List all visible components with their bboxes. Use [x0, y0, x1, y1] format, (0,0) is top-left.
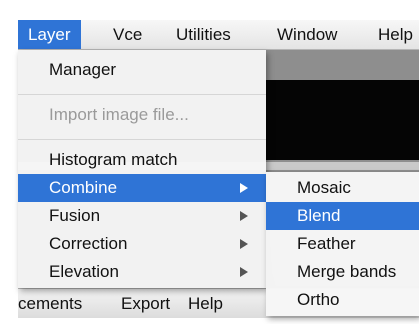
- submenu-item-merge-bands[interactable]: Merge bands: [266, 258, 419, 286]
- menu-vce[interactable]: Vce: [103, 20, 152, 49]
- menu-item-label: Import image file...: [49, 105, 189, 124]
- bg-menu-help[interactable]: Help: [188, 289, 223, 318]
- layer-dropdown-menu: Manager Import image file... Histogram m…: [18, 50, 266, 288]
- bg-menu-export[interactable]: Export: [121, 289, 170, 318]
- submenu-item-label: Mosaic: [297, 178, 351, 197]
- menu-item-label: Histogram match: [49, 150, 178, 169]
- submenu-item-ortho[interactable]: Ortho: [266, 286, 419, 314]
- menu-separator: [18, 94, 266, 95]
- submenu-item-blend[interactable]: Blend: [266, 202, 419, 230]
- menu-separator: [18, 139, 266, 140]
- menu-item-label: Combine: [49, 178, 118, 197]
- menu-item-label: Elevation: [49, 262, 119, 281]
- submenu-item-mosaic[interactable]: Mosaic: [266, 174, 419, 202]
- menu-item-fusion[interactable]: Fusion: [18, 202, 266, 230]
- image-preview-panel: [266, 80, 419, 160]
- submenu-item-feather[interactable]: Feather: [266, 230, 419, 258]
- menu-item-histogram-match[interactable]: Histogram match: [18, 146, 266, 174]
- main-menubar: Layer Vce Utilities Window Help: [18, 20, 419, 50]
- submenu-arrow-icon: [240, 267, 248, 277]
- submenu-item-label: Blend: [297, 206, 341, 225]
- menu-utilities[interactable]: Utilities: [166, 20, 241, 49]
- menu-item-label: Manager: [49, 60, 117, 79]
- submenu-item-label: Merge bands: [297, 262, 397, 281]
- menu-item-combine[interactable]: Combine: [18, 174, 266, 202]
- submenu-arrow-icon: [240, 211, 248, 221]
- submenu-item-label: Feather: [297, 234, 356, 253]
- submenu-item-label: Ortho: [297, 290, 340, 309]
- bg-menu-placements[interactable]: cements: [18, 289, 82, 318]
- menu-item-correction[interactable]: Correction: [18, 230, 266, 258]
- combine-submenu: Mosaic Blend Feather Merge bands Ortho: [266, 172, 419, 316]
- menu-window[interactable]: Window: [267, 20, 347, 49]
- submenu-arrow-icon: [240, 239, 248, 249]
- menu-item-import-image: Import image file...: [18, 101, 266, 129]
- menu-item-label: Correction: [49, 234, 128, 253]
- menu-item-elevation[interactable]: Elevation: [18, 258, 266, 286]
- menu-layer[interactable]: Layer: [18, 20, 81, 49]
- menu-item-manager[interactable]: Manager: [18, 56, 266, 84]
- menu-item-label: Fusion: [49, 206, 101, 225]
- menu-help[interactable]: Help: [368, 20, 419, 49]
- submenu-arrow-icon: [240, 183, 248, 193]
